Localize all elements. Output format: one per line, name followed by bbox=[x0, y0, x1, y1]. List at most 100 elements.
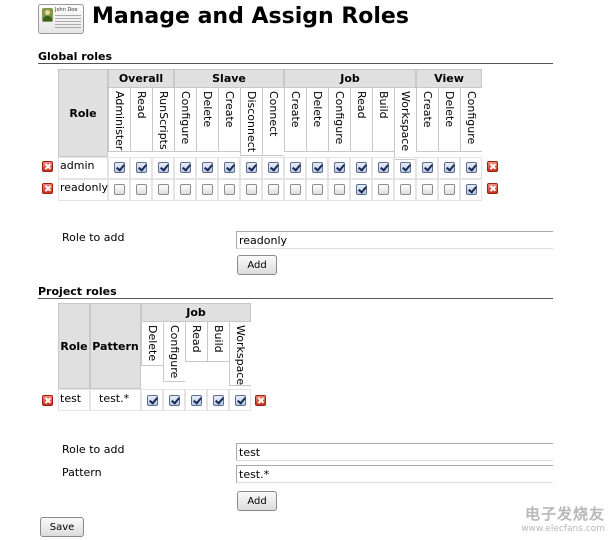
perm-checkbox-disconnect[interactable] bbox=[246, 184, 257, 195]
perm-checkbox-runscripts[interactable] bbox=[158, 162, 169, 173]
role-to-add-label: Role to add bbox=[62, 231, 125, 244]
delete-row-icon[interactable] bbox=[42, 183, 53, 194]
perm-checkbox-delete[interactable] bbox=[444, 184, 455, 195]
perm-checkbox-workspace[interactable] bbox=[400, 162, 411, 173]
perm-checkbox-read[interactable] bbox=[191, 395, 202, 406]
perm-checkbox-read[interactable] bbox=[136, 184, 147, 195]
delete-row-icon[interactable] bbox=[255, 395, 266, 406]
perm-checkbox-configure[interactable] bbox=[466, 162, 477, 173]
global-roles-title: Global roles bbox=[38, 50, 113, 63]
delete-row-icon[interactable] bbox=[42, 395, 53, 406]
perm-checkbox-configure[interactable] bbox=[169, 395, 180, 406]
delete-row-icon[interactable] bbox=[487, 161, 498, 172]
watermark-logo: 电子发烧友 www.elecfans.com bbox=[521, 503, 605, 534]
perm-header-label: Read bbox=[190, 325, 203, 353]
global-role-to-add-input[interactable]: readonly bbox=[236, 231, 553, 249]
perm-header-administer: Administer bbox=[108, 88, 130, 152]
perm-header-workspace: Workspace bbox=[394, 88, 416, 160]
perm-checkbox-read[interactable] bbox=[356, 162, 367, 173]
perm-header-label: Build bbox=[212, 325, 225, 353]
badge-barcode-icon bbox=[55, 15, 81, 29]
save-button[interactable]: Save bbox=[40, 517, 84, 537]
perm-checkbox-configure[interactable] bbox=[180, 184, 191, 195]
perm-header-label: Disconnect bbox=[245, 91, 258, 153]
project-add-button[interactable]: Add bbox=[237, 491, 277, 511]
perm-header-configure: Configure bbox=[460, 88, 482, 152]
perm-checkbox-create[interactable] bbox=[290, 162, 301, 173]
pattern-input[interactable]: test.* bbox=[236, 465, 553, 483]
perm-header-label: Delete bbox=[201, 91, 214, 128]
role-name: admin bbox=[60, 159, 95, 172]
perm-checkbox-connect[interactable] bbox=[268, 162, 279, 173]
perm-header-create: Create bbox=[218, 88, 240, 152]
perm-checkbox-connect[interactable] bbox=[268, 184, 279, 195]
project-roles-divider bbox=[38, 298, 553, 299]
perm-checkbox-delete[interactable] bbox=[312, 162, 323, 173]
perm-checkbox-read[interactable] bbox=[356, 184, 367, 195]
perm-header-delete: Delete bbox=[438, 88, 460, 152]
project-perm-header-build: Build bbox=[207, 322, 229, 362]
role-name: readonly bbox=[60, 181, 109, 194]
perm-checkbox-create[interactable] bbox=[290, 184, 301, 195]
user-name: John Doe bbox=[55, 7, 78, 13]
perm-checkbox-delete[interactable] bbox=[202, 162, 213, 173]
perm-checkbox-create[interactable] bbox=[224, 162, 235, 173]
perm-checkbox-workspace[interactable] bbox=[400, 184, 411, 195]
perm-header-create: Create bbox=[416, 88, 438, 152]
perm-checkbox-configure[interactable] bbox=[334, 184, 345, 195]
project-role-to-add-label: Role to add bbox=[62, 443, 125, 456]
project-roles-title: Project roles bbox=[38, 285, 117, 298]
project-role-column-header: Role bbox=[58, 303, 90, 389]
perm-checkbox-configure[interactable] bbox=[466, 184, 477, 195]
page-title: Manage and Assign Roles bbox=[92, 4, 409, 29]
global-roles-divider bbox=[38, 63, 553, 64]
perm-header-runscripts: RunScripts bbox=[152, 88, 174, 152]
perm-checkbox-runscripts[interactable] bbox=[158, 184, 169, 195]
project-perm-header-read: Read bbox=[185, 322, 207, 362]
perm-checkbox-configure[interactable] bbox=[334, 162, 345, 173]
perm-checkbox-build[interactable] bbox=[213, 395, 224, 406]
perm-checkbox-delete[interactable] bbox=[147, 395, 158, 406]
perm-header-connect: Connect bbox=[262, 88, 284, 156]
perm-checkbox-disconnect[interactable] bbox=[246, 162, 257, 173]
perm-header-label: RunScripts bbox=[157, 91, 170, 150]
perm-checkbox-delete[interactable] bbox=[444, 162, 455, 173]
perm-checkbox-create[interactable] bbox=[422, 162, 433, 173]
perm-header-label: Build bbox=[377, 91, 390, 119]
perm-checkbox-administer[interactable] bbox=[114, 162, 125, 173]
perm-checkbox-create[interactable] bbox=[224, 184, 235, 195]
perm-checkbox-workspace[interactable] bbox=[235, 395, 246, 406]
user-badge[interactable]: John Doe bbox=[38, 4, 84, 34]
perm-checkbox-create[interactable] bbox=[422, 184, 433, 195]
perm-header-label: Delete bbox=[311, 91, 324, 128]
group-header-view: View bbox=[416, 69, 482, 88]
perm-checkbox-delete[interactable] bbox=[202, 184, 213, 195]
group-header-job: Job bbox=[141, 303, 251, 322]
group-header-overall: Overall bbox=[108, 69, 174, 88]
perm-header-label: Configure bbox=[465, 91, 478, 145]
perm-checkbox-administer[interactable] bbox=[114, 184, 125, 195]
perm-header-disconnect: Disconnect bbox=[240, 88, 262, 156]
perm-checkbox-configure[interactable] bbox=[180, 162, 191, 173]
delete-row-icon[interactable] bbox=[42, 161, 53, 172]
perm-header-label: Connect bbox=[267, 91, 280, 137]
perm-header-label: Delete bbox=[443, 91, 456, 128]
perm-header-label: Read bbox=[135, 91, 148, 119]
perm-header-configure: Configure bbox=[328, 88, 350, 152]
perm-header-label: Delete bbox=[146, 325, 159, 362]
project-role-to-add-input[interactable]: test bbox=[236, 443, 553, 461]
perm-header-label: Create bbox=[421, 91, 434, 128]
pattern-label: Pattern bbox=[62, 466, 102, 479]
perm-header-label: Administer bbox=[113, 91, 126, 151]
delete-row-icon[interactable] bbox=[487, 183, 498, 194]
perm-checkbox-delete[interactable] bbox=[312, 184, 323, 195]
perm-checkbox-read[interactable] bbox=[136, 162, 147, 173]
project-perm-header-delete: Delete bbox=[141, 322, 163, 366]
perm-header-label: Configure bbox=[168, 325, 181, 379]
user-avatar-icon bbox=[42, 8, 53, 22]
role-column-header: Role bbox=[58, 69, 108, 157]
global-add-button[interactable]: Add bbox=[237, 255, 277, 275]
perm-checkbox-build[interactable] bbox=[378, 162, 389, 173]
perm-header-configure: Configure bbox=[174, 88, 196, 152]
perm-checkbox-build[interactable] bbox=[378, 184, 389, 195]
